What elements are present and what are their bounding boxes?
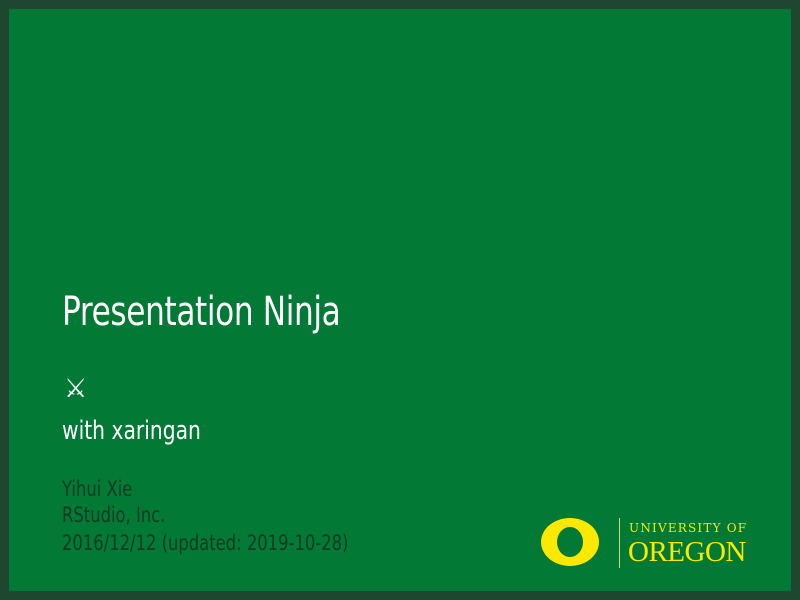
logo-oregon: OREGON — [628, 536, 746, 568]
presentation-date: 2016/12/12 (updated: 2019-10-28) — [62, 531, 349, 555]
crossed-swords-icon: ⚔ — [64, 374, 88, 404]
institute-name: RStudio, Inc. — [62, 503, 166, 527]
slide-frame: Presentation Ninja ⚔ with xaringan Yihui… — [0, 0, 800, 600]
logo-divider — [619, 518, 620, 568]
slide-subtitle: with xaringan — [62, 416, 201, 446]
slide-title: Presentation Ninja — [62, 289, 341, 335]
university-of-oregon-logo: UNIVERSITY OF OREGON — [539, 514, 769, 574]
logo-university-of: UNIVERSITY OF — [629, 521, 748, 535]
title-slide: Presentation Ninja ⚔ with xaringan Yihui… — [9, 9, 791, 591]
author-name: Yihui Xie — [62, 477, 133, 501]
oregon-o-icon — [541, 518, 599, 566]
